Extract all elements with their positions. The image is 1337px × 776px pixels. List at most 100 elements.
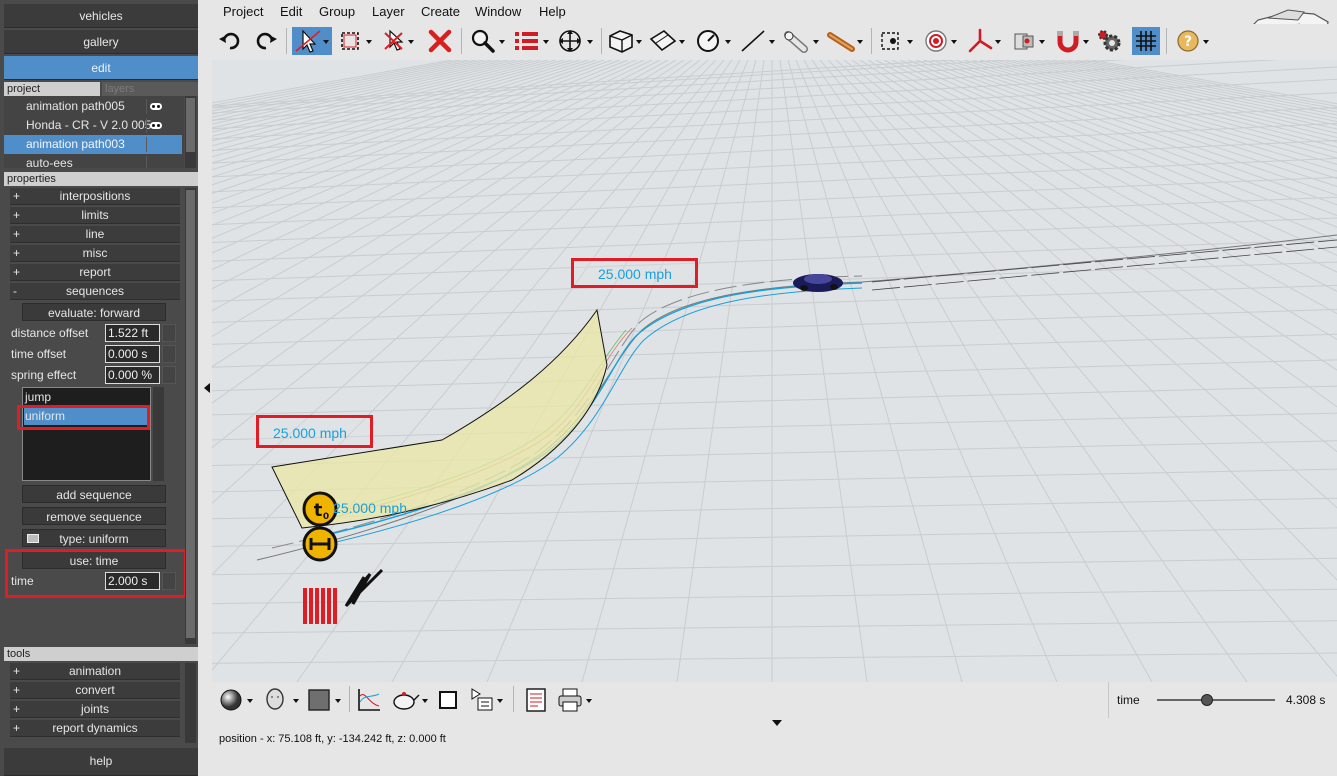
zoom-icon[interactable] (468, 27, 508, 55)
timeline-slider[interactable] (1157, 694, 1275, 706)
project-item-label: Honda - CR - V 2.0 005 (26, 118, 152, 132)
help-question-icon[interactable]: ? (1174, 27, 1212, 55)
type-button[interactable]: type: uniform (22, 529, 166, 547)
gallery-button[interactable]: gallery (4, 30, 198, 54)
target-icon[interactable] (922, 27, 960, 55)
magnet-icon[interactable] (1054, 27, 1092, 55)
tools-group-report-dynamics[interactable]: + report dynamics (10, 720, 180, 737)
gauge-icon[interactable] (694, 27, 734, 55)
collapse-panel-arrow-icon[interactable] (204, 383, 210, 393)
expand-panel-arrow-icon[interactable] (772, 720, 782, 726)
select-tool-icon[interactable] (292, 27, 332, 55)
teapot-icon[interactable] (390, 686, 430, 714)
shading-sphere-icon[interactable] (218, 686, 258, 714)
camera-icon[interactable] (1010, 27, 1048, 55)
spring-tool-icon[interactable] (826, 27, 866, 55)
undo-icon[interactable] (216, 27, 244, 55)
cylinder-icon[interactable] (782, 27, 822, 55)
speed-callout-near[interactable]: 25.000 mph (256, 415, 373, 448)
project-item[interactable]: Honda - CR - V 2.0 005 (4, 116, 182, 135)
playback-list-icon[interactable] (468, 686, 508, 714)
scrollbar-thumb[interactable] (186, 98, 195, 152)
scrollbar-thumb[interactable] (186, 190, 195, 638)
menu-edit[interactable]: Edit (280, 4, 302, 19)
toolbar-separator (1166, 28, 1167, 54)
expand-sign: + (13, 683, 21, 697)
toolbar-separator (461, 28, 462, 54)
edit-button[interactable]: edit (4, 56, 198, 80)
project-item[interactable]: auto-ees (4, 154, 182, 168)
remove-sequence-button[interactable]: remove sequence (22, 507, 166, 525)
project-list: animation path005 Honda - CR - V 2.0 005… (4, 96, 184, 168)
tab-project[interactable]: project (4, 82, 100, 96)
vehicles-button[interactable]: vehicles (4, 4, 198, 28)
settings-gear-icon[interactable] (1096, 27, 1124, 55)
group-line[interactable]: + line (10, 226, 180, 243)
tools-scrollbar[interactable] (185, 663, 196, 743)
project-item[interactable]: animation path005 (4, 97, 182, 116)
group-report[interactable]: + report (10, 264, 180, 281)
menu-help[interactable]: Help (539, 4, 566, 19)
visibility-cell[interactable] (146, 137, 182, 152)
brake-marker-icon[interactable] (303, 588, 337, 624)
deselect-icon[interactable] (380, 27, 416, 55)
move-icon[interactable] (556, 27, 596, 55)
tools-group-joints[interactable]: + joints (10, 701, 180, 718)
visibility-cell[interactable] (146, 118, 182, 133)
status-position: position - x: 75.108 ft, y: -134.242 ft,… (219, 733, 446, 745)
report-document-icon[interactable] (522, 686, 550, 714)
sequence-item-jump[interactable]: jump (24, 389, 149, 406)
visibility-cell[interactable] (146, 156, 182, 168)
box-primitive-icon[interactable] (606, 27, 644, 55)
sequence-list-scrollbar[interactable] (153, 387, 164, 481)
tab-layers[interactable]: layers (102, 82, 198, 96)
graph-view-icon[interactable] (355, 686, 383, 714)
timeline-slider-thumb[interactable] (1200, 694, 1213, 706)
axis-icon[interactable] (966, 27, 1004, 55)
time-offset-field[interactable]: 0.000 s (105, 345, 160, 363)
speed-callout-far[interactable]: 25.000 mph (571, 258, 698, 288)
snap-point-icon[interactable] (878, 27, 916, 55)
distance-marker-icon[interactable] (302, 526, 338, 562)
3d-viewport[interactable]: t 0 25.000 mph 25.000 mph 25.000 mph (212, 60, 1337, 682)
group-sequences[interactable]: - sequences (10, 283, 180, 300)
menu-create[interactable]: Create (421, 4, 460, 19)
car-model[interactable] (793, 274, 843, 292)
group-misc[interactable]: + misc (10, 245, 180, 262)
timeline-value: 4.308 s (1286, 693, 1326, 707)
visibility-cell[interactable] (146, 99, 182, 114)
list-view-icon[interactable] (512, 27, 552, 55)
menu-group[interactable]: Group (319, 4, 355, 19)
project-item-label: animation path005 (26, 99, 125, 113)
box-select-icon[interactable] (338, 27, 374, 55)
surface-icon[interactable] (648, 27, 688, 55)
group-label: sequences (65, 284, 125, 298)
distance-offset-stepper[interactable] (162, 324, 176, 342)
menu-layer[interactable]: Layer (372, 4, 405, 19)
properties-scrollbar[interactable] (185, 188, 196, 644)
delete-icon[interactable] (426, 27, 454, 55)
group-limits[interactable]: + limits (10, 207, 180, 224)
add-sequence-button[interactable]: add sequence (22, 485, 166, 503)
tools-group-convert[interactable]: + convert (10, 682, 180, 699)
spring-effect-stepper[interactable] (162, 366, 176, 384)
head-view-icon[interactable] (262, 686, 302, 714)
tools-group-animation[interactable]: + animation (10, 663, 180, 680)
evaluate-button[interactable]: evaluate: forward (22, 303, 166, 321)
project-list-scrollbar[interactable] (185, 96, 196, 168)
distance-offset-field[interactable]: 1.522 ft (105, 324, 160, 342)
frame-toggle-icon[interactable] (434, 686, 462, 714)
grid-toggle-icon[interactable] (1132, 27, 1160, 55)
menu-window[interactable]: Window (475, 4, 521, 19)
redo-icon[interactable] (252, 27, 280, 55)
spring-effect-field[interactable]: 0.000 % (105, 366, 160, 384)
line-tool-icon[interactable] (738, 27, 778, 55)
help-button[interactable]: help (4, 748, 198, 776)
project-item-selected[interactable]: animation path003 (4, 135, 182, 154)
time-offset-stepper[interactable] (162, 345, 176, 363)
group-interpositions[interactable]: + interpositions (10, 188, 180, 205)
menu-bar: Project Edit Group Layer Create Window H… (198, 0, 1337, 45)
print-icon[interactable] (556, 686, 596, 714)
color-swatch-icon[interactable] (306, 686, 346, 714)
menu-project[interactable]: Project (223, 4, 263, 19)
